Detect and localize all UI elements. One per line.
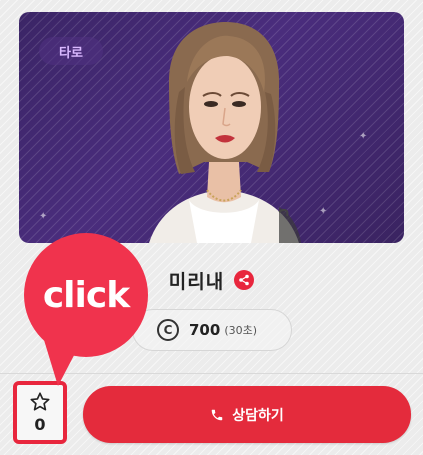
sparkle-decoration: ✦ [359, 131, 368, 142]
price-unit: (30초) [224, 324, 258, 337]
consult-label: 상담하기 [232, 407, 284, 424]
price-value: 700 [189, 321, 221, 339]
category-badge: 타로 [39, 37, 103, 65]
counselor-name: 미리내 [168, 270, 225, 293]
price-info: C 700 (30초) [132, 309, 292, 351]
phone-icon [211, 409, 223, 420]
favorite-count: 0 [34, 415, 46, 434]
favorite-button[interactable]: 0 [13, 381, 67, 444]
consult-button[interactable]: 상담하기 [83, 386, 411, 443]
callout-pointer [44, 340, 82, 386]
click-callout: click [24, 233, 148, 357]
sparkle-decoration: ✦ [319, 206, 328, 217]
share-icon[interactable] [234, 270, 255, 290]
click-label: click [42, 274, 130, 316]
coin-icon: C [157, 319, 179, 341]
star-icon [30, 392, 50, 411]
counselor-portrait [149, 22, 301, 243]
sparkle-decoration: ✦ [39, 211, 48, 222]
counselor-photo-card[interactable]: ✦ ✦ ✦ 타로 [19, 12, 404, 243]
